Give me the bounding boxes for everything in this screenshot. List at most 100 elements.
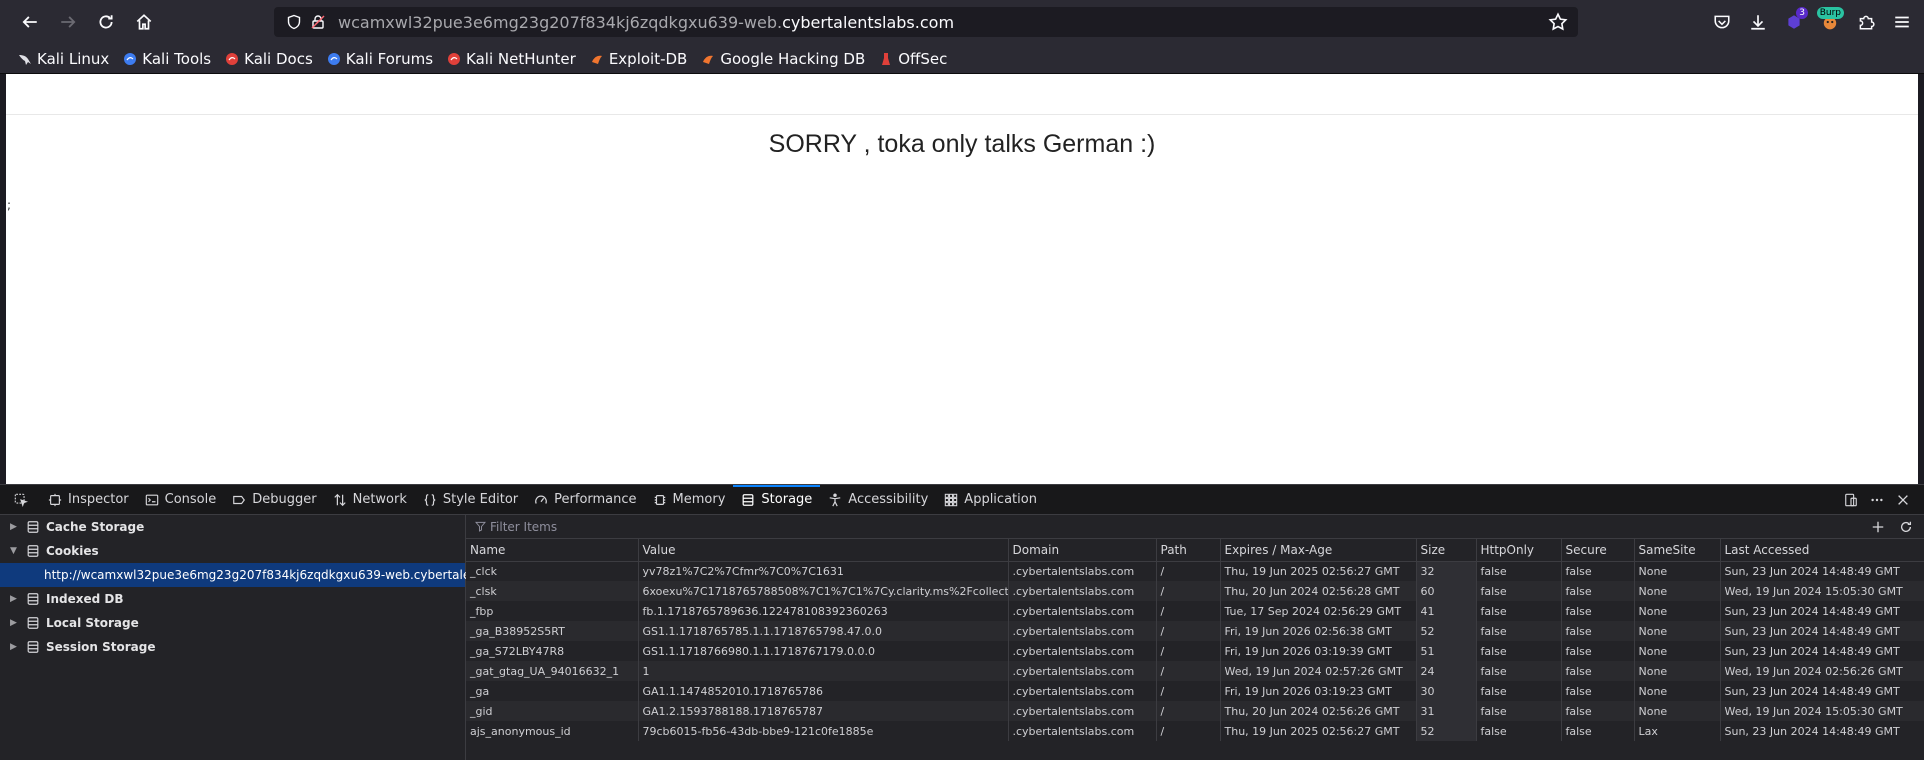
tab-style-editor[interactable]: Style Editor [415,485,526,515]
column-header[interactable]: Path [1156,539,1221,562]
table-cell: false [1476,561,1562,581]
tab-memory[interactable]: Memory [645,485,734,515]
pocket-button[interactable] [1704,4,1740,40]
column-header[interactable]: Expires / Max-Age [1220,539,1417,562]
more-options-button[interactable] [1864,487,1890,513]
downloads-button[interactable] [1740,4,1776,40]
table-row[interactable]: _clck yv78z1%7C2%7Cfmr%7C0%7C1631 .cyberta… [466,561,1924,581]
table-cell: ajs_anonymous_id [466,721,639,741]
table-cell: / [1156,601,1221,621]
tree-item-cache-storage[interactable]: ▶ Cache Storage [0,515,465,539]
element-picker-button[interactable] [0,485,40,515]
table-row[interactable]: _clsk 6xoexu%7C1718765788508%7C1%7C1%7Cy.… [466,581,1924,601]
tab-application[interactable]: Application [936,485,1045,515]
column-header[interactable]: Last Accessed [1720,539,1924,562]
bookmark-kali-nethunter[interactable]: Kali NetHunter [447,50,576,68]
table-row[interactable]: ajs_anonymous_id 79cb6015-fb56-43db-bbe9-… [466,721,1924,741]
plus-icon [1872,521,1884,533]
table-cell: _ga_S72LBY47R8 [466,641,639,661]
burp-extension-button[interactable]: Burp [1812,4,1848,40]
table-cell: 31 [1416,701,1477,721]
tree-item-cookie-origin[interactable]: http://wcamxwl32pue3e6mg23g207f834kj6zqd… [0,563,543,587]
table-row[interactable]: _gat_gtag_UA_94016632_1 1 .cybertalentslab… [466,661,1924,681]
insecure-lock-icon[interactable] [308,12,328,32]
shield-icon[interactable] [284,12,304,32]
back-button[interactable] [16,8,44,36]
table-cell: false [1561,601,1635,621]
refresh-items-button[interactable] [1896,518,1916,536]
table-cell: .cybertalentslabs.com [1008,681,1157,701]
table-cell: None [1634,601,1721,621]
table-cell: None [1634,701,1721,721]
tab-accessibility[interactable]: Accessibility [820,485,936,515]
tree-item-session-storage[interactable]: ▶ Session Storage [0,635,465,659]
table-cell: 6xoexu%7C1718765788508%7C1%7C1%7Cy.clari… [638,581,1009,601]
column-header[interactable]: SameSite [1634,539,1721,562]
tab-performance[interactable]: Performance [526,485,644,515]
add-item-button[interactable] [1868,518,1888,536]
tab-console[interactable]: Console [137,485,225,515]
column-header[interactable]: HttpOnly [1476,539,1562,562]
expand-arrow-icon[interactable]: ▶ [10,594,22,604]
column-header[interactable]: Name [466,539,639,562]
console-icon [145,494,158,505]
collapse-arrow-icon[interactable]: ▼ [10,546,22,556]
text-cursor-mark: ; [7,198,12,212]
table-cell: Sun, 23 Jun 2024 14:48:49 GMT [1720,561,1924,581]
database-icon [27,521,39,533]
table-cell: 60 [1416,581,1477,601]
table-row[interactable]: _ga_B38952S5RT GS1.1.1718765785.1.1.17187… [466,621,1924,641]
bookmark-kali-linux[interactable]: Kali Linux [18,50,109,68]
extensions-button[interactable] [1848,4,1884,40]
url-bar[interactable]: wcamxwl32pue3e6mg23g207f834kj6zqdkgxu639… [274,7,1578,37]
bookmark-exploit-db[interactable]: Exploit-DB [590,50,687,68]
menu-button[interactable] [1884,4,1920,40]
tab-network[interactable]: Network [325,485,415,515]
table-cell: / [1156,581,1221,601]
table-row[interactable]: _ga_S72LBY47R8 GS1.1.1718766980.1.1.17187… [466,641,1924,661]
table-cell: / [1156,641,1221,661]
close-devtools-button[interactable] [1890,487,1916,513]
cookie-table: Name Value Domain Path Expires / Max-Age Size… [466,539,1924,741]
column-header[interactable]: Secure [1561,539,1635,562]
table-row[interactable]: _ga GA1.1.1474852010.1718765786 .cybertale… [466,681,1924,701]
table-cell: false [1476,641,1562,661]
reload-button[interactable] [92,8,120,36]
expand-arrow-icon[interactable]: ▶ [10,618,22,628]
table-row[interactable]: _gid GA1.2.1593788188.1718765787 .cybertal… [466,701,1924,721]
filter-bar [466,515,1924,539]
tab-debugger[interactable]: Debugger [224,485,324,515]
table-cell: 30 [1416,681,1477,701]
column-header[interactable]: Domain [1008,539,1157,562]
table-cell: Fri, 19 Jun 2026 02:56:38 GMT [1220,621,1417,641]
bookmark-kali-docs[interactable]: Kali Docs [225,50,313,68]
bookmark-google-hacking-db[interactable]: Google Hacking DB [701,50,865,68]
bookmark-star-icon[interactable] [1548,12,1568,32]
tree-item-cookies[interactable]: ▼ Cookies [0,539,465,563]
table-row[interactable]: _fbp fb.1.1718765789636.12247810839236026… [466,601,1924,621]
home-button[interactable] [130,8,158,36]
bookmark-kali-forums[interactable]: Kali Forums [327,50,433,68]
responsive-design-button[interactable] [1838,487,1864,513]
url-text[interactable]: wcamxwl32pue3e6mg23g207f834kj6zqdkgxu639… [338,13,954,32]
tree-item-local-storage[interactable]: ▶ Local Storage [0,611,465,635]
tree-item-indexed-db[interactable]: ▶ Indexed DB [0,587,465,611]
column-header[interactable]: Size [1416,539,1477,562]
forward-button[interactable] [54,8,82,36]
column-header[interactable]: Value [638,539,1009,562]
extension-button[interactable]: 3 [1776,4,1812,40]
home-icon [136,14,152,30]
expand-arrow-icon[interactable]: ▶ [10,522,22,532]
tab-storage[interactable]: Storage [733,484,821,515]
filter-input[interactable] [490,519,1090,534]
table-cell: 79cb6015-fb56-43db-bbe9-121c0fe1885e [638,721,1009,741]
tab-inspector[interactable]: Inspector [40,485,137,515]
table-cell: fb.1.1718765789636.122478108392360263 [638,601,1009,621]
bookmark-kali-tools[interactable]: Kali Tools [123,50,211,68]
devtools-window-controls [1838,485,1916,515]
bookmark-offsec[interactable]: OffSec [879,50,947,68]
cookie-table-pane: NameValueDomainPathExpires / Max-AgeSize… [466,515,1924,760]
expand-arrow-icon[interactable]: ▶ [10,642,22,652]
table-cell: .cybertalentslabs.com [1008,581,1157,601]
table-cell: 52 [1416,621,1477,641]
